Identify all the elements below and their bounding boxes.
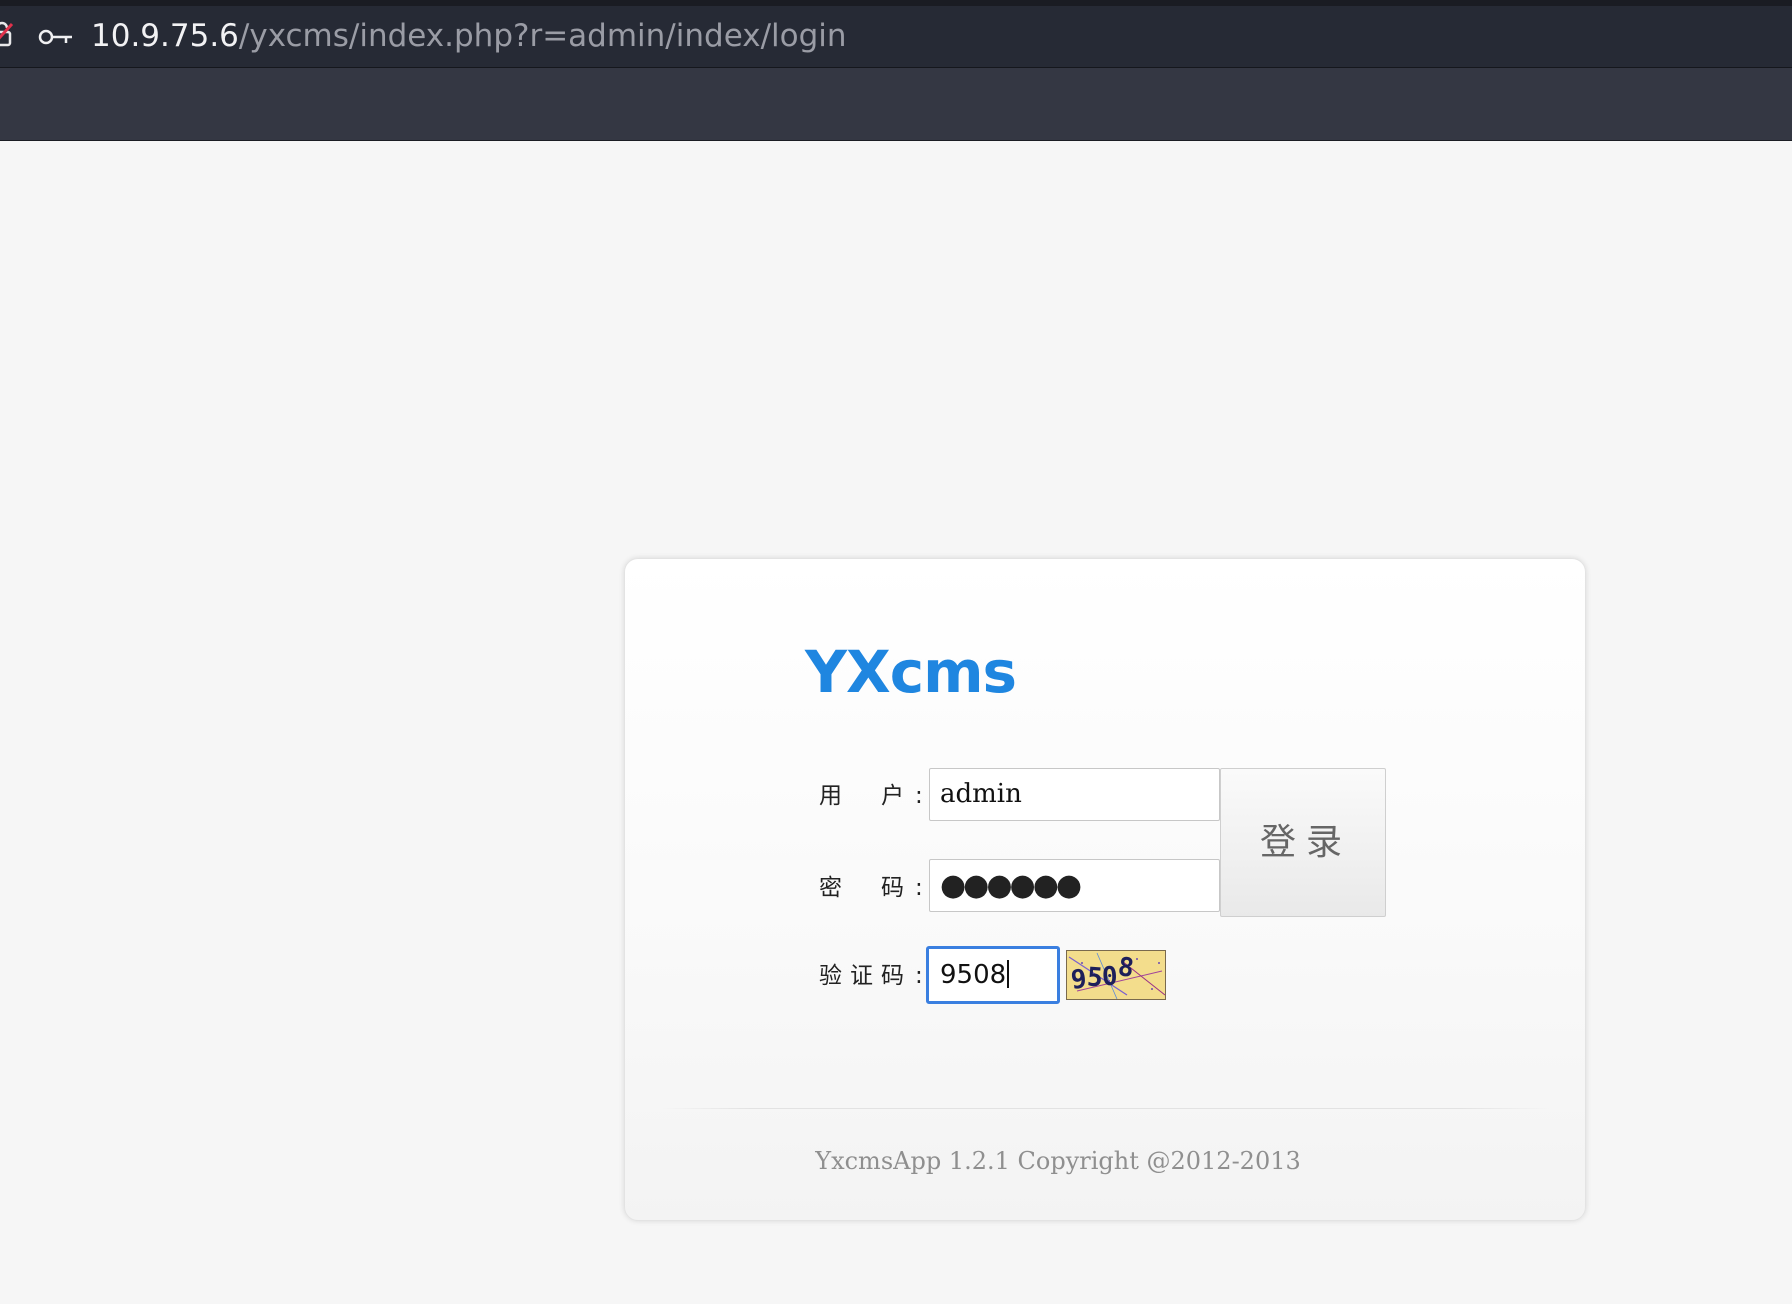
password-masked-value: ●●●●●● <box>940 868 1082 903</box>
captcha-label-colon: : <box>915 963 923 989</box>
url-bar[interactable]: 10.9.75.6/yxcms/index.php?r=admin/index/… <box>0 0 1792 68</box>
url-path: /yxcms/index.php?r=admin/index/login <box>238 18 847 54</box>
url-host: 10.9.75.6 <box>91 18 239 54</box>
page-content: YXcms 用 户 : admin 密 码 : ●●●●●● 验 证 码 : 9… <box>0 141 1792 1304</box>
password-label-char-1: 密 <box>819 875 842 901</box>
username-value: admin <box>940 779 1022 809</box>
insecure-lock-icon[interactable] <box>0 20 14 48</box>
captcha-label-char-2: 证 <box>850 963 873 989</box>
username-label-char-1: 用 <box>819 783 842 809</box>
captcha-input[interactable]: 9508 <box>926 946 1060 1004</box>
password-label-char-2: 码 <box>881 875 904 901</box>
login-panel: YXcms 用 户 : admin 密 码 : ●●●●●● 验 证 码 : 9… <box>624 558 1586 1221</box>
copyright-text: YxcmsApp 1.2.1 Copyright @2012-2013 <box>815 1147 1301 1175</box>
captcha-image[interactable]: 9508 <box>1066 950 1166 1000</box>
username-label-colon: : <box>915 783 923 809</box>
captcha-label: 验 证 码 : <box>819 961 927 991</box>
captcha-digits: 9508 <box>1069 952 1135 996</box>
key-icon[interactable] <box>38 26 74 48</box>
username-label: 用 户 : <box>819 781 927 811</box>
username-input[interactable]: admin <box>929 768 1220 821</box>
footer-divider <box>663 1108 1549 1109</box>
password-label: 密 码 : <box>819 873 927 903</box>
text-caret <box>1007 959 1010 988</box>
password-input[interactable]: ●●●●●● <box>929 859 1220 912</box>
bookmarks-toolbar <box>0 68 1792 141</box>
tab-strip-edge <box>0 0 1792 6</box>
captcha-label-char-3: 码 <box>881 963 904 989</box>
password-label-colon: : <box>915 875 923 901</box>
address-text[interactable]: 10.9.75.6/yxcms/index.php?r=admin/index/… <box>91 16 847 56</box>
yxcms-logo: YXcms <box>805 638 1017 706</box>
login-button[interactable]: 登录 <box>1220 768 1386 917</box>
captcha-digit-4: 8 <box>1115 952 1136 984</box>
captcha-input-value: 9508 <box>940 960 1007 990</box>
captcha-label-char-1: 验 <box>819 963 842 989</box>
username-label-char-2: 户 <box>881 783 904 809</box>
